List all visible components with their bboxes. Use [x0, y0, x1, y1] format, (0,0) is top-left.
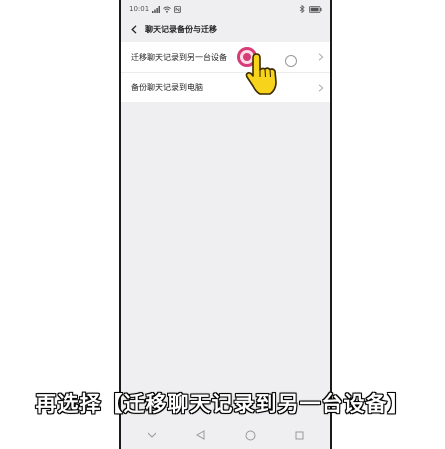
- page-title: 聊天记录备份与迁移: [145, 24, 217, 34]
- down-chevron-icon[interactable]: [144, 427, 160, 443]
- recents-square-icon[interactable]: [291, 427, 307, 443]
- signal-icon: [152, 5, 161, 13]
- menu-item-migrate-to-device[interactable]: 迁移聊天记录到另一台设备: [121, 42, 330, 72]
- settings-list: 迁移聊天记录到另一台设备 备份聊天记录到电脑: [121, 42, 330, 102]
- app-header: 聊天记录备份与迁移: [121, 18, 330, 40]
- wifi-icon: [163, 6, 171, 13]
- status-bar: 10:01: [121, 0, 330, 18]
- hand-pointer-icon: [243, 52, 283, 98]
- status-left: 10:01: [129, 5, 182, 13]
- touch-indicator-circle: [285, 55, 297, 67]
- video-frame: 10:01 聊天记录备份与迁移 迁移聊天记录到另一台设备 备份聊天记录到电脑 再…: [0, 0, 445, 449]
- battery-icon: [309, 5, 322, 13]
- video-caption: 再选择【迁移聊天记录到另一台设备】: [35, 391, 410, 417]
- menu-item-label: 备份聊天记录到电脑: [131, 83, 203, 92]
- chevron-left-icon[interactable]: [129, 24, 139, 34]
- status-time: 10:01: [129, 5, 150, 13]
- status-right: [299, 5, 322, 13]
- bluetooth-icon: [299, 5, 305, 13]
- system-nav-bar: [121, 421, 330, 449]
- chevron-right-icon: [318, 83, 324, 92]
- nfc-icon: [174, 5, 182, 13]
- menu-item-label: 迁移聊天记录到另一台设备: [131, 52, 227, 62]
- back-triangle-icon[interactable]: [193, 427, 209, 443]
- phone-screen: 10:01 聊天记录备份与迁移 迁移聊天记录到另一台设备 备份聊天记录到电脑: [119, 0, 332, 449]
- menu-item-backup-to-pc[interactable]: 备份聊天记录到电脑: [121, 72, 330, 102]
- home-circle-icon[interactable]: [242, 427, 258, 443]
- chevron-right-icon: [318, 53, 324, 61]
